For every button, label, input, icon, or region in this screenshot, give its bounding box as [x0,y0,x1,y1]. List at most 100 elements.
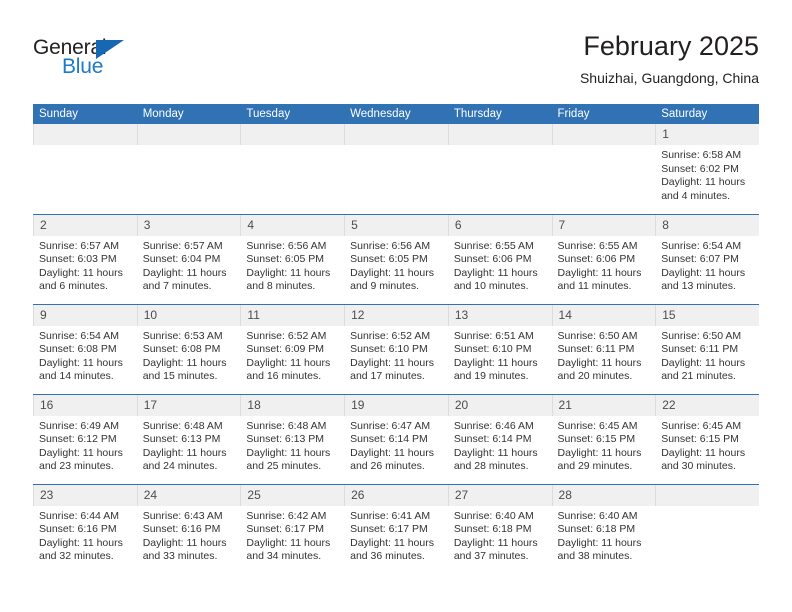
daylight-text: Daylight: 11 hours and 28 minutes. [453,446,538,473]
day-details: Sunrise: 6:47 AM Sunset: 6:14 PM Daylight:… [344,416,448,474]
calendar-day-cell[interactable]: 3 Sunrise: 6:57 AM Sunset: 6:04 PM Daylight… [136,213,241,304]
day-number [344,124,448,145]
sunrise-text: Sunrise: 6:49 AM [39,419,119,432]
calendar-day-cell[interactable]: 20 Sunrise: 6:46 AM Sunset: 6:14 PM Dayligh… [447,393,552,484]
sunset-text: Sunset: 6:11 PM [557,343,635,356]
calendar-day-cell[interactable]: 9 Sunrise: 6:54 AM Sunset: 6:08 PM Daylight… [33,303,137,394]
weekday-header-monday: Monday [136,104,241,124]
day-details: Sunrise: 6:53 AM Sunset: 6:08 PM Daylight:… [137,326,241,384]
calendar-day-cell[interactable]: 24 Sunrise: 6:43 AM Sunset: 6:16 PM Dayligh… [136,483,241,574]
general-blue-logo[interactable]: General Blue [33,36,148,84]
calendar-cell-empty [551,124,656,214]
day-details: Sunrise: 6:51 AM Sunset: 6:10 PM Daylight:… [448,326,552,384]
day-details: Sunrise: 6:55 AM Sunset: 6:06 PM Daylight:… [552,236,656,294]
calendar-day-cell[interactable]: 6 Sunrise: 6:55 AM Sunset: 6:06 PM Daylight… [447,213,552,304]
sunset-text: Sunset: 6:14 PM [350,433,428,446]
calendar-week-row: 1 Sunrise: 6:58 AM Sunset: 6:02 PM Daylight… [33,124,759,214]
day-number [33,124,137,145]
day-number [655,484,759,506]
calendar-day-cell[interactable]: 17 Sunrise: 6:48 AM Sunset: 6:13 PM Dayligh… [136,393,241,484]
calendar-day-cell[interactable]: 18 Sunrise: 6:48 AM Sunset: 6:13 PM Dayligh… [240,393,345,484]
day-details: Sunrise: 6:57 AM Sunset: 6:03 PM Daylight:… [33,236,137,294]
daylight-text: Daylight: 11 hours and 21 minutes. [661,356,746,383]
calendar-week-row: 2 Sunrise: 6:57 AM Sunset: 6:03 PM Daylight… [33,213,759,304]
sunset-text: Sunset: 6:12 PM [39,433,117,446]
day-number: 12 [344,304,448,326]
day-number: 13 [447,304,552,326]
sunset-text: Sunset: 6:18 PM [557,523,636,536]
daylight-text: Daylight: 11 hours and 16 minutes. [246,356,331,383]
calendar-day-cell[interactable]: 4 Sunrise: 6:56 AM Sunset: 6:05 PM Daylight… [240,213,345,304]
sunrise-text: Sunrise: 6:52 AM [246,329,327,342]
daylight-text: Daylight: 11 hours and 8 minutes. [246,266,331,293]
sunrise-text: Sunrise: 6:43 AM [142,509,223,522]
sunrise-text: Sunrise: 6:45 AM [661,419,742,432]
calendar-day-cell[interactable]: 2 Sunrise: 6:57 AM Sunset: 6:03 PM Daylight… [33,213,137,304]
calendar-day-cell[interactable]: 19 Sunrise: 6:47 AM Sunset: 6:14 PM Dayligh… [344,393,448,484]
day-number: 10 [136,304,241,326]
calendar-day-cell[interactable]: 16 Sunrise: 6:49 AM Sunset: 6:12 PM Dayligh… [33,393,137,484]
calendar-day-cell[interactable]: 12 Sunrise: 6:52 AM Sunset: 6:10 PM Dayligh… [344,303,448,394]
calendar-day-cell[interactable]: 5 Sunrise: 6:56 AM Sunset: 6:05 PM Daylight… [344,213,448,304]
day-details: Sunrise: 6:54 AM Sunset: 6:08 PM Daylight:… [33,326,137,384]
sunrise-text: Sunrise: 6:44 AM [39,509,119,522]
sunrise-text: Sunrise: 6:40 AM [557,509,638,522]
day-details: Sunrise: 6:46 AM Sunset: 6:14 PM Daylight:… [448,416,552,474]
daylight-text: Daylight: 11 hours and 6 minutes. [39,266,123,293]
sunset-text: Sunset: 6:10 PM [453,343,532,356]
calendar-cell-empty [344,124,448,214]
weekday-header-tuesday: Tuesday [240,104,345,124]
calendar-day-cell[interactable]: 21 Sunrise: 6:45 AM Sunset: 6:15 PM Dayligh… [551,393,656,484]
calendar-body: 1 Sunrise: 6:58 AM Sunset: 6:02 PM Daylight… [33,124,759,574]
calendar-day-cell[interactable]: 11 Sunrise: 6:52 AM Sunset: 6:09 PM Dayligh… [240,303,345,394]
calendar-day-cell[interactable]: 28 Sunrise: 6:40 AM Sunset: 6:18 PM Dayligh… [551,483,656,574]
day-details: Sunrise: 6:48 AM Sunset: 6:13 PM Daylight:… [137,416,241,474]
calendar-day-cell[interactable]: 25 Sunrise: 6:42 AM Sunset: 6:17 PM Dayligh… [240,483,345,574]
daylight-text: Daylight: 11 hours and 11 minutes. [557,266,642,293]
daylight-text: Daylight: 11 hours and 4 minutes. [661,176,746,202]
calendar-table: Sunday Monday Tuesday Wednesday Thursday… [33,104,759,574]
day-details: Sunrise: 6:54 AM Sunset: 6:07 PM Daylight:… [655,236,759,294]
calendar-day-cell[interactable]: 7 Sunrise: 6:55 AM Sunset: 6:06 PM Daylight… [551,213,656,304]
sunrise-text: Sunrise: 6:48 AM [142,419,223,432]
day-number: 18 [240,394,345,416]
sunset-text: Sunset: 6:08 PM [142,343,221,356]
calendar-day-cell[interactable]: 1 Sunrise: 6:58 AM Sunset: 6:02 PM Daylight… [655,124,759,214]
calendar-cell-empty [240,124,345,214]
daylight-text: Daylight: 11 hours and 34 minutes. [246,536,331,563]
day-number: 28 [551,484,656,506]
day-number: 9 [33,304,137,326]
calendar-day-cell[interactable]: 13 Sunrise: 6:51 AM Sunset: 6:10 PM Dayligh… [447,303,552,394]
sunrise-text: Sunrise: 6:57 AM [142,239,223,252]
calendar-day-cell[interactable]: 22 Sunrise: 6:45 AM Sunset: 6:15 PM Dayligh… [655,393,759,484]
calendar-cell-empty [655,483,759,574]
sunrise-text: Sunrise: 6:47 AM [350,419,431,432]
calendar-day-cell[interactable]: 27 Sunrise: 6:40 AM Sunset: 6:18 PM Dayligh… [447,483,552,574]
day-number: 22 [655,394,759,416]
calendar-cell-empty [447,124,552,214]
sunset-text: Sunset: 6:08 PM [39,343,117,356]
sunrise-text: Sunrise: 6:54 AM [661,239,742,252]
sunrise-text: Sunrise: 6:42 AM [246,509,327,522]
calendar-day-cell[interactable]: 15 Sunrise: 6:50 AM Sunset: 6:11 PM Dayligh… [655,303,759,394]
calendar-day-cell[interactable]: 26 Sunrise: 6:41 AM Sunset: 6:17 PM Dayligh… [344,483,448,574]
day-number: 14 [551,304,656,326]
sunrise-text: Sunrise: 6:50 AM [557,329,638,342]
day-details: Sunrise: 6:40 AM Sunset: 6:18 PM Daylight:… [448,506,552,564]
day-details: Sunrise: 6:50 AM Sunset: 6:11 PM Daylight:… [655,326,759,384]
calendar-day-cell[interactable]: 23 Sunrise: 6:44 AM Sunset: 6:16 PM Dayligh… [33,483,137,574]
daylight-text: Daylight: 11 hours and 33 minutes. [142,536,227,563]
day-number: 21 [551,394,656,416]
calendar-day-cell[interactable]: 8 Sunrise: 6:54 AM Sunset: 6:07 PM Daylight… [655,213,759,304]
sunrise-text: Sunrise: 6:58 AM [661,149,742,161]
sunset-text: Sunset: 6:15 PM [557,433,636,446]
sunrise-text: Sunrise: 6:52 AM [350,329,431,342]
calendar-page: General Blue February 2025 Shuizhai, Gua… [0,0,792,612]
daylight-text: Daylight: 11 hours and 14 minutes. [39,356,123,383]
sunrise-text: Sunrise: 6:50 AM [661,329,742,342]
daylight-text: Daylight: 11 hours and 26 minutes. [350,446,434,473]
calendar-day-cell[interactable]: 10 Sunrise: 6:53 AM Sunset: 6:08 PM Dayligh… [136,303,241,394]
sunset-text: Sunset: 6:06 PM [453,253,532,266]
calendar-day-cell[interactable]: 14 Sunrise: 6:50 AM Sunset: 6:11 PM Dayligh… [551,303,656,394]
sunset-text: Sunset: 6:18 PM [453,523,532,536]
